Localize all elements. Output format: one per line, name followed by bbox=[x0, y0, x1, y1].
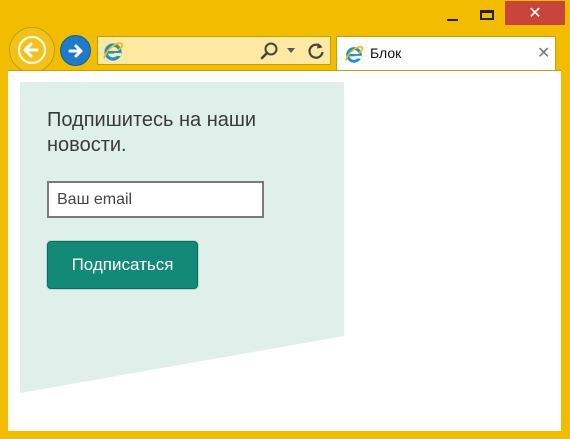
tab-blok[interactable]: Блок ✕ bbox=[336, 36, 556, 70]
email-input[interactable] bbox=[47, 181, 264, 218]
minimize-icon bbox=[447, 19, 458, 21]
minimize-button[interactable] bbox=[437, 0, 468, 30]
back-button[interactable] bbox=[9, 27, 55, 73]
ie-icon bbox=[345, 46, 364, 63]
maximize-button[interactable] bbox=[471, 0, 502, 30]
ie-icon bbox=[103, 42, 124, 61]
address-bar[interactable] bbox=[97, 36, 331, 65]
arrow-right-icon bbox=[68, 44, 82, 57]
page-viewport: Подпишитесь на наши новости. Подписаться bbox=[8, 70, 561, 431]
refresh-icon[interactable] bbox=[306, 41, 326, 61]
close-window-button[interactable]: ✕ bbox=[505, 1, 565, 25]
tab-title: Блок bbox=[370, 45, 402, 61]
forward-button[interactable] bbox=[60, 35, 91, 66]
close-tab-icon[interactable]: ✕ bbox=[537, 43, 550, 62]
arrow-left-icon bbox=[17, 35, 47, 65]
subscribe-headline: Подпишитесь на наши новости. bbox=[47, 109, 257, 156]
close-icon: ✕ bbox=[528, 3, 542, 22]
subscribe-button[interactable]: Подписаться bbox=[47, 241, 198, 289]
maximize-icon bbox=[479, 10, 494, 20]
chevron-down-icon[interactable] bbox=[287, 48, 295, 53]
subscribe-panel: Подпишитесь на наши новости. Подписаться bbox=[47, 108, 307, 289]
browser-window: ✕ Блок ✕ Подпишитесь на наши новости. Ва… bbox=[0, 0, 570, 439]
search-icon[interactable] bbox=[260, 41, 280, 61]
